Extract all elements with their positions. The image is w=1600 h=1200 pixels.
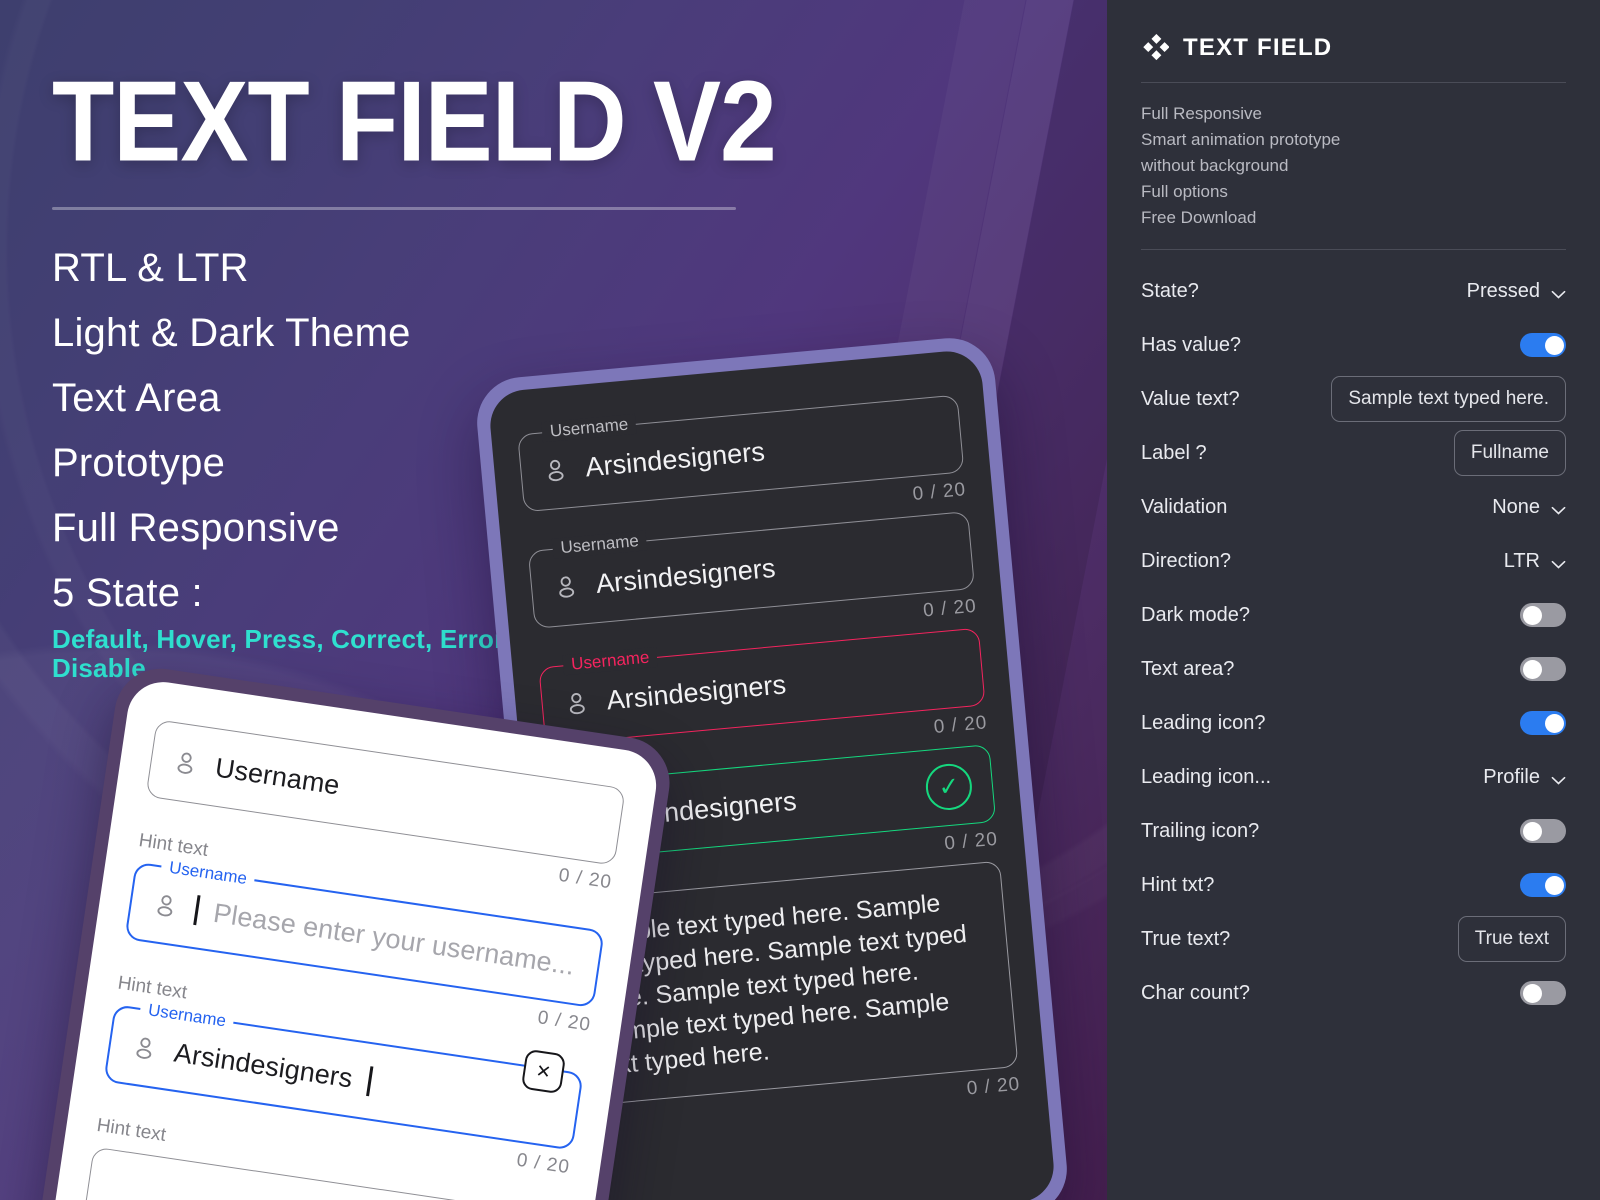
- property-row-leading-icon: Leading icon?: [1141, 696, 1566, 750]
- property-row-state: State? Pressed: [1141, 264, 1566, 318]
- panel-header: TEXT FIELD: [1141, 33, 1566, 62]
- panel-feature-0: Full Responsive: [1141, 104, 1262, 123]
- list-item: RTL & LTR: [52, 246, 249, 290]
- list-item: Prototype: [52, 441, 226, 485]
- panel-feature-2: without background: [1141, 156, 1289, 175]
- property-label: Value text?: [1141, 387, 1240, 410]
- profile-icon: [129, 1031, 161, 1065]
- property-row-value-text: Value text? Sample text typed here.: [1141, 372, 1566, 426]
- dropdown-value: Profile: [1483, 765, 1540, 788]
- state-dropdown[interactable]: Pressed: [1467, 280, 1566, 303]
- dropdown-value: LTR: [1503, 549, 1540, 572]
- panel-feature-1: Smart animation prototype: [1141, 130, 1341, 149]
- divider: [1141, 82, 1566, 83]
- chevron-down-icon: [1551, 503, 1566, 515]
- property-label: Leading icon?: [1141, 711, 1266, 734]
- light-phone-screen: Username 0 / 20 Hint text Username Pleas…: [43, 677, 661, 1200]
- toggle-knob: [1522, 983, 1542, 1003]
- field-value: Arsindesigners: [594, 552, 777, 599]
- property-row-hint-text: Hint txt?: [1141, 858, 1566, 912]
- validation-dropdown[interactable]: None: [1492, 496, 1566, 519]
- has-value-toggle[interactable]: [1520, 333, 1566, 357]
- property-row-label: Label ? Fullname: [1141, 426, 1566, 480]
- property-row-char-count: Char count?: [1141, 966, 1566, 1020]
- toggle-knob: [1522, 605, 1542, 625]
- feature-list: RTL & LTR Light & Dark Theme Text Area P…: [52, 236, 411, 626]
- field-value: Arsindesigners: [605, 668, 788, 716]
- dropdown-value: Pressed: [1466, 279, 1540, 302]
- property-label: Trailing icon?: [1141, 819, 1260, 842]
- chevron-down-icon: [1551, 287, 1566, 299]
- chevron-down-icon: [1551, 773, 1566, 785]
- text-area-toggle[interactable]: [1520, 657, 1566, 681]
- check-circle-icon: ✓: [923, 761, 974, 812]
- true-text-input[interactable]: True text: [1457, 916, 1566, 962]
- toggle-knob: [1544, 713, 1564, 733]
- chevron-down-icon: [1551, 557, 1566, 569]
- toggle-knob: [1544, 335, 1564, 355]
- toggle-knob: [1544, 875, 1564, 895]
- profile-icon: [150, 889, 182, 923]
- property-label: Validation: [1141, 495, 1228, 518]
- leading-icon-toggle[interactable]: [1520, 711, 1566, 735]
- panel-feature-3: Full options: [1141, 182, 1228, 201]
- value-text-input[interactable]: Sample text typed here.: [1331, 376, 1566, 422]
- field-value: Username: [213, 752, 342, 800]
- hint-text-toggle[interactable]: [1520, 873, 1566, 897]
- property-row-true-text: True text? True text: [1141, 912, 1566, 966]
- profile-icon: [561, 687, 592, 719]
- field-value: Arsindesigners: [584, 435, 767, 482]
- property-label: Direction?: [1141, 549, 1232, 572]
- leading-icon-dropdown[interactable]: Profile: [1483, 766, 1566, 789]
- trailing-icon-toggle[interactable]: [1520, 819, 1566, 843]
- screenshot-root: TEXT FIELD V2 RTL & LTR Light & Dark The…: [0, 0, 1600, 1200]
- field-value: Arsindesigners: [172, 1037, 355, 1094]
- property-row-trailing-icon: Trailing icon?: [1141, 804, 1566, 858]
- property-row-has-value: Has value?: [1141, 318, 1566, 372]
- diamond-cluster-icon: [1141, 33, 1170, 62]
- property-label: Dark mode?: [1141, 603, 1250, 626]
- dark-mode-toggle[interactable]: [1520, 603, 1566, 627]
- page-title: TEXT FIELD V2: [52, 57, 777, 186]
- properties-panel: TEXT FIELD Full Responsive Smart animati…: [1107, 0, 1600, 1200]
- list-item: Light & Dark Theme: [52, 311, 411, 355]
- char-count-toggle[interactable]: [1520, 981, 1566, 1005]
- states-text: Default, Hover, Press, Correct, Error, D…: [52, 624, 511, 683]
- direction-dropdown[interactable]: LTR: [1504, 550, 1566, 573]
- list-item: 5 State :: [52, 571, 203, 615]
- property-label: Has value?: [1141, 333, 1242, 356]
- profile-icon: [551, 571, 582, 603]
- label-input[interactable]: Fullname: [1453, 430, 1566, 476]
- title-divider: [52, 207, 736, 210]
- light-theme-phone-mockup: Username 0 / 20 Hint text Username Pleas…: [28, 662, 676, 1200]
- property-row-validation: Validation None: [1141, 480, 1566, 534]
- dropdown-value: None: [1492, 495, 1540, 518]
- property-row-text-area: Text area?: [1141, 642, 1566, 696]
- text-caret: [366, 1066, 373, 1097]
- toggle-knob: [1522, 659, 1542, 679]
- property-label: State?: [1141, 279, 1199, 302]
- property-label: Label ?: [1141, 441, 1207, 464]
- panel-feature-4: Free Download: [1141, 208, 1257, 227]
- property-label: Text area?: [1141, 657, 1235, 680]
- field-label: Username: [541, 413, 638, 443]
- list-item: Text Area: [52, 376, 221, 420]
- property-row-dark-mode: Dark mode?: [1141, 588, 1566, 642]
- panel-title: TEXT FIELD: [1183, 34, 1333, 61]
- hero-panel: TEXT FIELD V2 RTL & LTR Light & Dark The…: [0, 0, 1107, 1200]
- property-row-direction: Direction? LTR: [1141, 534, 1566, 588]
- text-caret: [193, 895, 201, 926]
- property-label: True text?: [1141, 927, 1231, 950]
- list-item: Full Responsive: [52, 506, 340, 550]
- property-label: Char count?: [1141, 981, 1250, 1004]
- property-label: Hint txt?: [1141, 873, 1215, 896]
- property-label: Leading icon...: [1141, 765, 1272, 788]
- clear-icon[interactable]: ✕: [520, 1048, 567, 1095]
- property-row-leading-icon-type: Leading icon... Profile: [1141, 750, 1566, 804]
- toggle-knob: [1522, 821, 1542, 841]
- profile-icon: [540, 454, 571, 486]
- divider: [1141, 249, 1566, 250]
- profile-icon: [170, 746, 202, 780]
